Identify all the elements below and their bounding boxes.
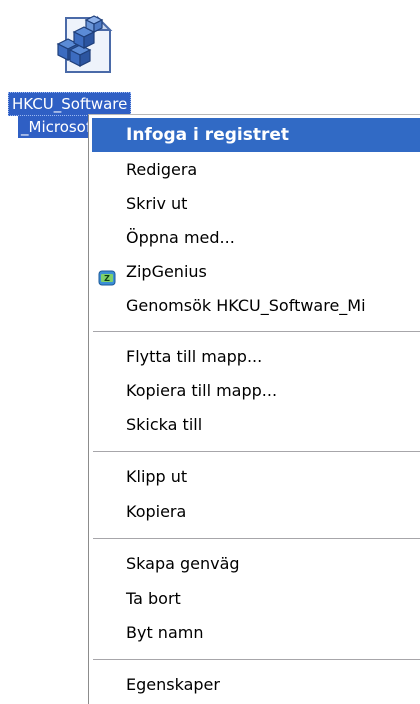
desktop: HKCU_Software _Microsoft Infoga i regist… [0,0,420,704]
menu-item-label: Redigera [126,160,198,179]
menu-item-redigera[interactable]: Redigera [92,153,420,187]
menu-item-label: Byt namn [126,623,204,642]
menu-separator [93,538,420,539]
menu-item-skapa-genvag[interactable]: Skapa genväg [92,547,420,581]
menu-item-label: Ta bort [126,589,181,608]
menu-item-label: ZipGenius [126,262,207,281]
menu-item-klipp-ut[interactable]: Klipp ut [92,460,420,494]
context-menu: Infoga i registret Redigera Skriv ut Öpp… [88,114,420,704]
menu-item-ta-bort[interactable]: Ta bort [92,582,420,616]
menu-item-label: Skicka till [126,415,203,434]
menu-item-label: Kopiera [126,502,187,521]
menu-item-label: Egenskaper [126,675,220,694]
registry-file-icon[interactable] [52,10,122,76]
menu-item-genomsok[interactable]: Genomsök HKCU_Software_Mi [92,289,420,323]
menu-item-label: Genomsök HKCU_Software_Mi [126,296,366,315]
zipgenius-icon: Z [98,264,116,286]
menu-separator [93,659,420,660]
file-label-line1: HKCU_Software [8,92,132,116]
menu-item-kopiera[interactable]: Kopiera [92,495,420,529]
menu-item-label: Öppna med... [126,228,235,247]
menu-separator [93,331,420,332]
menu-separator [93,451,420,452]
svg-text:Z: Z [104,274,110,283]
menu-item-label: Kopiera till mapp... [126,381,278,400]
file-label-line2: _Microsoft [18,116,94,138]
menu-item-zipgenius[interactable]: Z ZipGenius [92,255,420,289]
menu-item-infoga-i-registret[interactable]: Infoga i registret [92,118,420,152]
menu-item-label: Skapa genväg [126,554,240,573]
menu-item-flytta-till-mapp[interactable]: Flytta till mapp... [92,340,420,374]
menu-item-kopiera-till-mapp[interactable]: Kopiera till mapp... [92,374,420,408]
menu-item-byt-namn[interactable]: Byt namn [92,616,420,650]
menu-item-oppna-med[interactable]: Öppna med... [92,221,420,255]
menu-item-label: Skriv ut [126,194,188,213]
menu-item-skriv-ut[interactable]: Skriv ut [92,187,420,221]
menu-item-label: Klipp ut [126,467,188,486]
menu-item-skicka-till[interactable]: Skicka till [92,408,420,442]
menu-item-label: Flytta till mapp... [126,347,263,366]
menu-item-label: Infoga i registret [126,125,290,145]
menu-item-egenskaper[interactable]: Egenskaper [92,668,420,702]
